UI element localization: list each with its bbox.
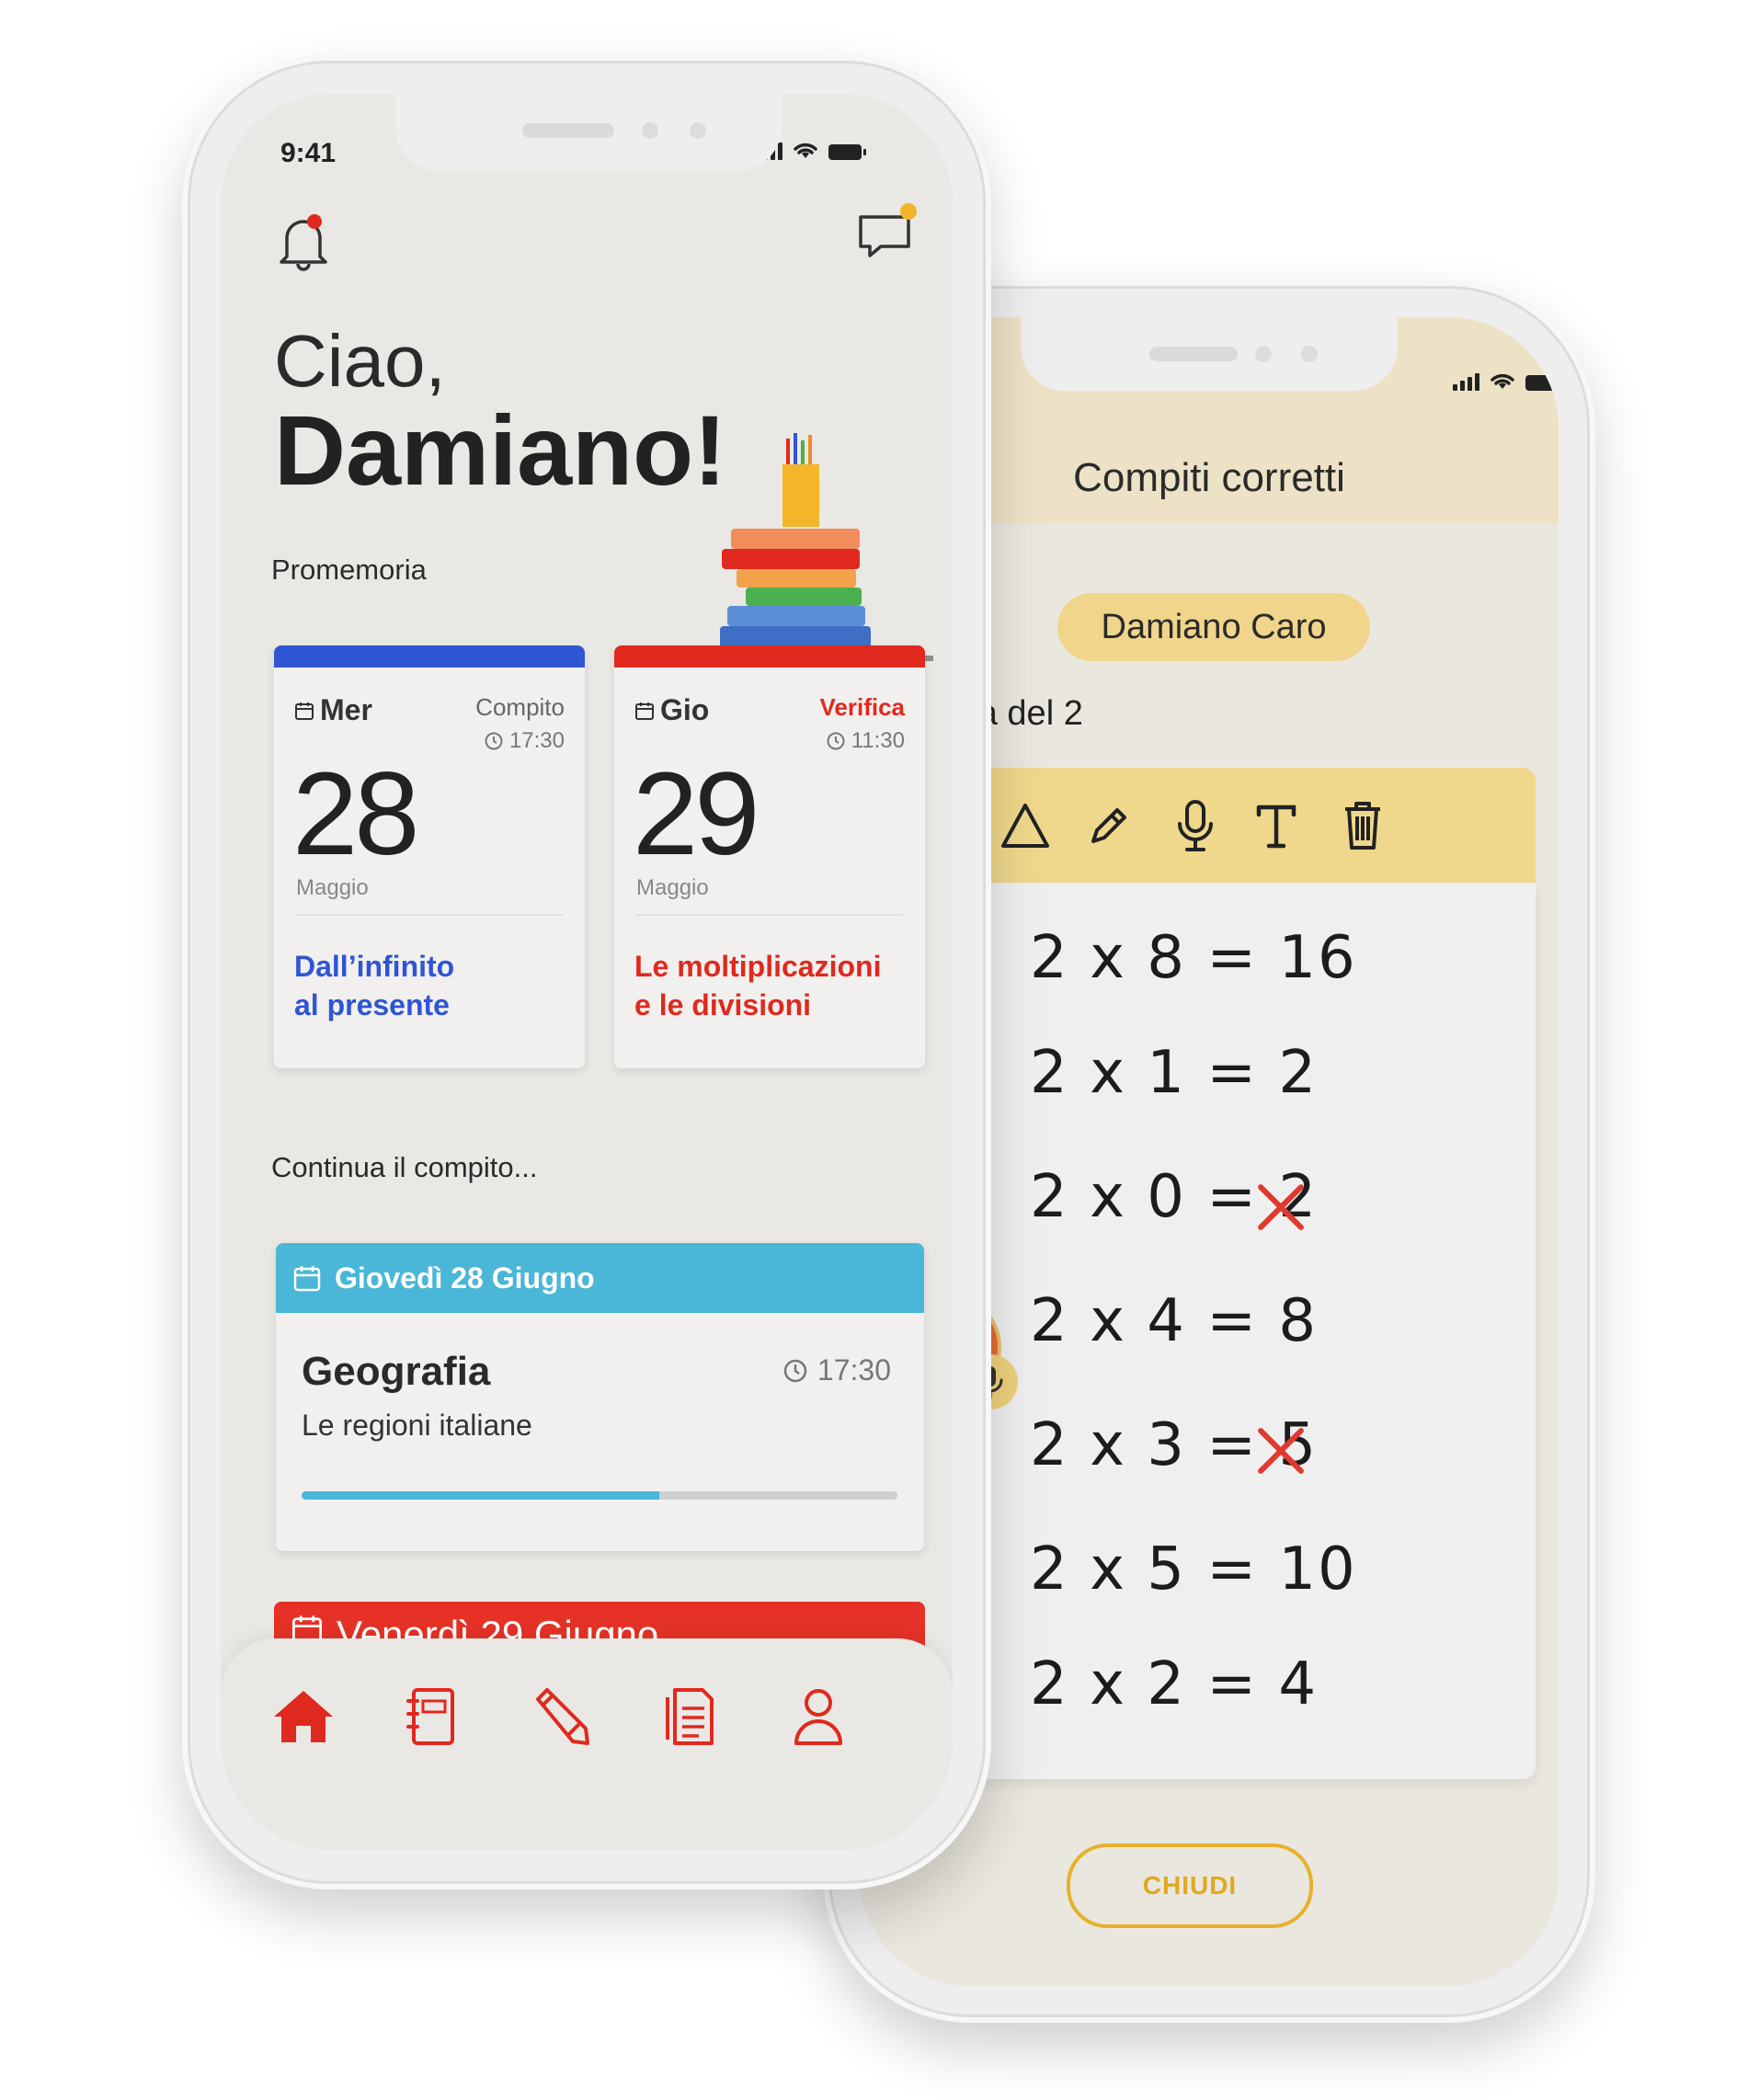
reminder-month: Maggio	[296, 875, 369, 900]
tab-homework[interactable]	[524, 1680, 598, 1753]
triangle-icon[interactable]	[993, 793, 1057, 858]
trash-icon[interactable]	[1331, 793, 1395, 858]
reminder-card[interactable]: Gio Verifica 11:30 29 Maggio Le moltipli…	[614, 645, 925, 1068]
books-illustration	[694, 433, 933, 661]
homework-date-bar: Giovedì 28 Giugno	[276, 1243, 924, 1313]
reminder-title-line: Dall’infinito	[294, 950, 455, 983]
battery-icon	[828, 144, 866, 160]
pencil-icon	[536, 1688, 589, 1745]
reminder-date: 29	[633, 748, 760, 880]
tab-diary[interactable]	[395, 1680, 469, 1753]
calendar-icon	[635, 702, 654, 720]
chat-icon	[859, 203, 917, 257]
equation-row: 2 x 2 = 4	[1030, 1650, 1319, 1718]
status-time: 9:41	[280, 138, 337, 168]
notch	[1021, 315, 1398, 391]
equation-row: 2 x 1 = 2	[1030, 1039, 1319, 1107]
greeting-line: Ciao,	[274, 320, 446, 402]
reminder-title: Dall’infinito al presente	[294, 947, 570, 1024]
reminder-accent	[614, 645, 925, 668]
tab-bar	[221, 1638, 953, 1850]
tab-documents[interactable]	[653, 1680, 726, 1753]
messages-button[interactable]	[853, 195, 921, 268]
reminder-title-line: Le moltiplicazioni	[634, 950, 882, 983]
progress-fill	[302, 1491, 659, 1500]
reminder-date: 28	[292, 748, 419, 880]
reminder-day: Gio	[634, 693, 709, 727]
home-screen: 9:41 Ciao, Damiano! Promemoria Mer Compi…	[221, 94, 953, 1850]
home-icon	[274, 1691, 333, 1742]
reminder-day-label: Gio	[660, 693, 710, 726]
calendar-icon	[295, 702, 314, 720]
profile-icon	[794, 1689, 842, 1745]
divider	[296, 914, 563, 916]
phone-left: 9:41 Ciao, Damiano! Promemoria Mer Compi…	[182, 55, 991, 1889]
reminder-card[interactable]: Mer Compito 17:30 28 Maggio Dall’infinit…	[274, 645, 585, 1068]
speaker	[522, 123, 614, 138]
homework-date: Giovedì 28 Giugno	[335, 1261, 595, 1295]
reminder-time-label: 17:30	[508, 728, 565, 753]
reminder-title-line: al presente	[294, 988, 450, 1021]
divider	[636, 914, 903, 916]
wifi-icon	[794, 143, 817, 158]
homework-description: Le regioni italiane	[302, 1409, 532, 1442]
reminder-time-label: 11:30	[851, 728, 905, 753]
camera	[1255, 346, 1272, 362]
wrong-mark-icon	[1255, 1425, 1307, 1477]
clock-icon	[485, 732, 503, 750]
close-button[interactable]: CHIUDI	[1067, 1843, 1313, 1928]
reminder-time: 17:30	[484, 728, 565, 754]
tab-home[interactable]	[267, 1680, 340, 1753]
user-name: Damiano!	[274, 394, 727, 506]
reminder-accent	[274, 645, 585, 668]
reminder-day: Mer	[294, 693, 372, 727]
wrong-mark-icon	[1255, 1181, 1307, 1233]
sensor	[690, 122, 706, 139]
homework-progress-bar	[302, 1491, 897, 1500]
notifications-button[interactable]	[271, 204, 336, 278]
sensor	[1301, 346, 1318, 362]
homework-time: 17:30	[782, 1353, 891, 1387]
calendar-icon	[293, 1266, 321, 1292]
reminder-day-label: Mer	[320, 693, 372, 726]
continue-label: Continua il compito...	[271, 1151, 538, 1183]
reminder-time: 11:30	[826, 728, 905, 754]
student-name-badge[interactable]: Damiano Caro	[1057, 593, 1370, 661]
text-icon[interactable]	[1244, 793, 1308, 858]
equation-row: 2 x 8 = 16	[1030, 924, 1357, 992]
clock-icon	[827, 732, 845, 750]
notch	[395, 92, 782, 171]
pencil-icon[interactable]	[1077, 793, 1141, 858]
reminder-title-line: e le divisioni	[634, 988, 812, 1021]
status-icons	[1453, 371, 1559, 391]
reminder-month: Maggio	[636, 875, 709, 900]
notebook-icon	[406, 1688, 454, 1745]
reminder-type: Compito	[475, 693, 565, 721]
homework-time-label: 17:30	[817, 1353, 891, 1387]
signal-icon	[1453, 373, 1479, 391]
bell-icon	[280, 214, 327, 271]
wifi-icon	[1491, 373, 1514, 389]
homework-card[interactable]: Giovedì 28 Giugno Geografia 17:30 Le reg…	[276, 1243, 924, 1551]
camera	[642, 122, 658, 139]
homework-subject: Geografia	[302, 1349, 491, 1394]
microphone-icon[interactable]	[1163, 793, 1228, 858]
battery-icon	[1525, 375, 1559, 391]
reminder-title: Le moltiplicazioni e le divisioni	[634, 947, 910, 1024]
equation-row: 2 x 4 = 8	[1030, 1287, 1319, 1355]
reminder-type: Verifica	[819, 693, 905, 721]
clock-icon	[783, 1359, 807, 1382]
documents-icon	[666, 1688, 714, 1745]
speaker	[1149, 347, 1238, 361]
reminders-label: Promemoria	[271, 554, 427, 586]
tab-profile[interactable]	[782, 1680, 855, 1753]
equation-row: 2 x 5 = 10	[1030, 1535, 1357, 1604]
